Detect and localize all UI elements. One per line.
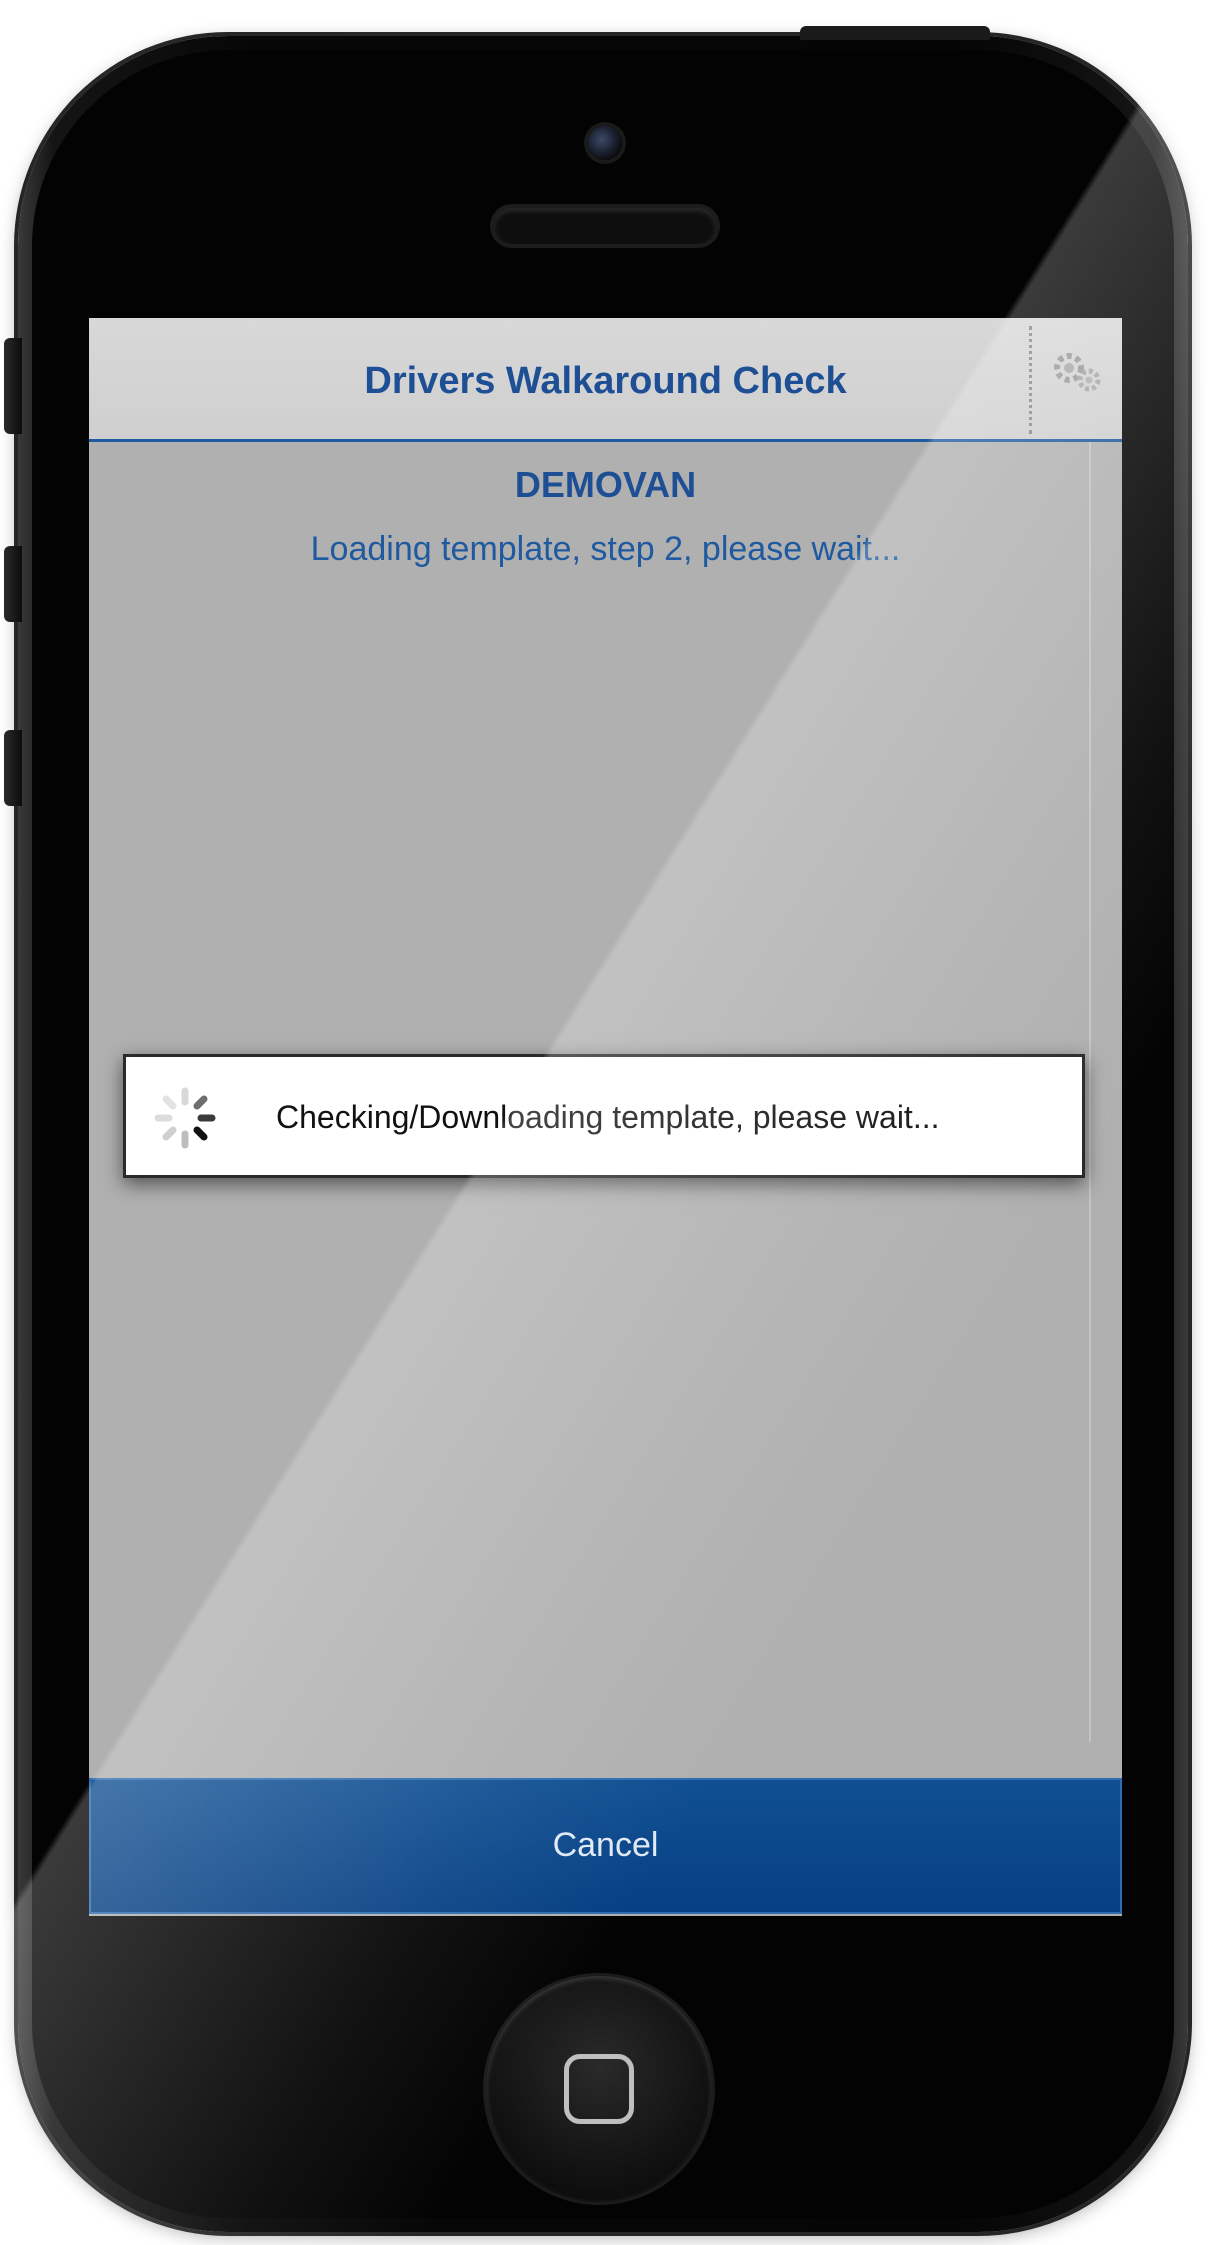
front-camera (588, 126, 622, 160)
mute-switch (4, 338, 22, 434)
cancel-button[interactable]: Cancel (89, 1778, 1122, 1914)
vehicle-name: DEMOVAN (514, 464, 697, 505)
power-button (800, 26, 990, 40)
spinner-icon (150, 1083, 220, 1153)
loading-dialog: Checking/Downloading template, please wa… (123, 1054, 1085, 1178)
scroll-edge (1089, 442, 1091, 1742)
spinner-graphic (154, 1087, 216, 1149)
settings-button[interactable] (1045, 340, 1109, 404)
volume-down-button (4, 730, 22, 806)
device-frame: Drivers Walkaround Check DEMOVAN Loading… (0, 0, 1210, 2245)
gear-icon (1054, 353, 1101, 392)
app-title: Drivers Walkaround Check (364, 360, 847, 402)
header-divider (1029, 326, 1032, 434)
home-button[interactable] (486, 1976, 712, 2202)
earpiece-speaker (494, 208, 716, 244)
loading-dialog-message: Checking/Downloading template, please wa… (276, 1099, 940, 1135)
app-screen: Drivers Walkaround Check DEMOVAN Loading… (89, 318, 1122, 1916)
home-button-icon (564, 2054, 634, 2124)
app-header: Drivers Walkaround Check (89, 318, 1122, 442)
loading-status-text: Loading template, step 2, please wait... (310, 530, 901, 568)
volume-up-button (4, 546, 22, 622)
